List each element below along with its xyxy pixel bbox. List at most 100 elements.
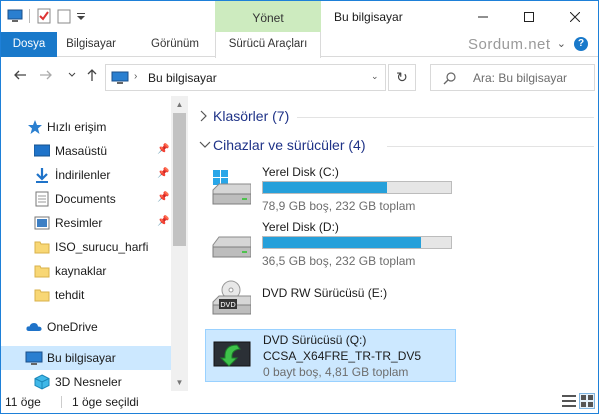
pin-icon[interactable]: 📌 [157, 216, 169, 227]
this-pc-icon [25, 350, 43, 366]
back-arrow-icon [14, 70, 26, 80]
dvd-drive-icon: DVD [211, 280, 252, 316]
tab-view[interactable]: Görünüm [137, 32, 213, 57]
drive-item-d[interactable]: Yerel Disk (D:) 36,5 GB boş, 232 GB topl… [205, 215, 456, 273]
sidebar-scrollbar[interactable]: ▲ ▼ [171, 96, 188, 391]
pin-icon[interactable]: 📌 [157, 192, 169, 203]
drive-item-q[interactable]: DVD Sürücüsü (Q:) CCSA_X64FRE_TR-TR_DV5 … [205, 329, 456, 382]
sidebar-item-kaynaklar[interactable]: kaynaklar [1, 259, 171, 283]
back-button[interactable] [11, 68, 29, 86]
up-arrow-icon [87, 69, 97, 81]
forward-button[interactable] [37, 68, 55, 86]
sidebar-item-label: Bu bilgisayar [47, 351, 116, 365]
drive-name: DVD RW Sürücüsü (E:) [262, 286, 388, 300]
properties-icon[interactable] [36, 8, 52, 24]
window-title: Bu bilgisayar [334, 10, 403, 24]
sidebar-item-label: 3D Nesneler [55, 375, 122, 389]
customize-toolbar-icon[interactable] [76, 8, 86, 24]
pictures-icon [34, 215, 50, 231]
new-folder-icon[interactable] [56, 8, 72, 24]
sidebar-item-downloads[interactable]: İndirilenler 📌 [1, 163, 171, 187]
breadcrumb[interactable]: Bu bilgisayar [148, 71, 217, 85]
minimize-button[interactable] [460, 1, 506, 32]
help-icon[interactable]: ? [574, 37, 588, 51]
tab-drive-tools[interactable]: Sürücü Araçları [215, 32, 321, 58]
drive-free-space: 36,5 GB boş, 232 GB toplam [262, 254, 416, 268]
large-icons-view-icon[interactable] [579, 393, 595, 409]
chevron-down-icon [68, 72, 76, 77]
recent-locations-button[interactable] [63, 68, 81, 86]
iso-mount-icon [212, 336, 252, 372]
windows-drive-icon [211, 170, 252, 206]
chevron-right-icon[interactable] [199, 110, 207, 125]
ribbon-controls: ⌄ ? [557, 37, 588, 51]
document-icon [34, 191, 50, 207]
group-header-folders[interactable]: Klasörler (7) [199, 107, 594, 127]
address-dropdown-icon[interactable]: ⌄ [371, 71, 379, 82]
sidebar-item-label: Masaüstü [55, 144, 108, 158]
sidebar-item-3d-objects[interactable]: 3D Nesneler [1, 370, 171, 391]
drive-item-e[interactable]: DVD DVD RW Sürücüsü (E:) [205, 270, 456, 328]
sidebar-item-pictures[interactable]: Resimler 📌 [1, 211, 171, 235]
close-button[interactable] [552, 1, 598, 32]
star-icon [27, 119, 43, 135]
explorer-window: Yönet Bu bilgisayar Dosya Bilgisayar Gör… [0, 0, 599, 414]
navigation-bar: › Bu bilgisayar ⌄ ↻ Ara: Bu bilgisayar [1, 58, 598, 96]
drive-volume-label: CCSA_X64FRE_TR-TR_DV5 [263, 349, 422, 363]
computer-icon[interactable] [7, 8, 23, 24]
manage-context-tab[interactable]: Yönet [215, 1, 321, 32]
maximize-button[interactable] [506, 1, 552, 32]
sidebar-item-this-pc[interactable]: Bu bilgisayar [1, 346, 171, 370]
download-icon [34, 167, 50, 183]
details-view-icon[interactable] [561, 393, 577, 409]
group-title: Cihazlar ve sürücüler (4) [213, 137, 366, 153]
status-bar: 11 öge 1 öge seçildi [1, 391, 598, 413]
close-icon [570, 11, 580, 22]
hard-drive-icon [211, 225, 252, 261]
breadcrumb-separator-icon[interactable]: › [134, 71, 137, 82]
maximize-icon [524, 11, 534, 22]
tab-computer[interactable]: Bilgisayar [57, 32, 125, 57]
cube-icon [34, 374, 50, 390]
watermark: Sordum.net [468, 36, 551, 53]
expand-ribbon-icon[interactable]: ⌄ [557, 37, 566, 51]
drive-name: Yerel Disk (C:) [262, 165, 339, 179]
search-box[interactable]: Ara: Bu bilgisayar [430, 64, 595, 91]
tab-file[interactable]: Dosya [1, 32, 57, 57]
scrollbar-thumb[interactable] [173, 113, 186, 246]
sidebar-item-quick-access[interactable]: Hızlı erişim [1, 115, 171, 139]
drive-usage-fill [263, 182, 388, 193]
desktop-icon [33, 143, 51, 159]
up-button[interactable] [83, 68, 101, 86]
selected-count: 1 öge seçildi [72, 395, 139, 409]
forward-arrow-icon [40, 70, 52, 80]
folder-icon [34, 287, 50, 303]
scroll-down-icon[interactable]: ▼ [171, 374, 188, 391]
sidebar-item-desktop[interactable]: Masaüstü 📌 [1, 139, 171, 163]
pin-icon[interactable]: 📌 [157, 144, 169, 155]
sidebar-item-label: Hızlı erişim [47, 120, 107, 134]
sidebar-item-iso-folder[interactable]: ISO_surucu_harfi [1, 235, 171, 259]
group-divider [387, 146, 594, 147]
refresh-button[interactable]: ↻ [388, 64, 416, 91]
item-count: 11 öge [5, 395, 41, 409]
address-bar[interactable]: › Bu bilgisayar ⌄ [105, 64, 386, 91]
group-divider [297, 117, 594, 118]
drive-free-space: 78,9 GB boş, 232 GB toplam [262, 199, 416, 213]
chevron-down-icon[interactable] [199, 139, 211, 151]
drive-item-c[interactable]: Yerel Disk (C:) 78,9 GB boş, 232 GB topl… [205, 160, 456, 218]
sidebar-item-documents[interactable]: Documents 📌 [1, 187, 171, 211]
scroll-up-icon[interactable]: ▲ [171, 96, 188, 113]
group-header-devices[interactable]: Cihazlar ve sürücüler (4) [199, 136, 594, 156]
ribbon-tabs: Dosya Bilgisayar Görünüm Sürücü Araçları… [1, 32, 598, 58]
folder-icon [34, 239, 50, 255]
sidebar-item-onedrive[interactable]: OneDrive [1, 315, 171, 339]
content-pane: Klasörler (7) Cihazlar ve sürücüler (4) [189, 96, 598, 391]
pin-icon[interactable]: 📌 [157, 168, 169, 179]
manage-context-label: Yönet [252, 11, 284, 25]
sidebar-item-label: Documents [55, 192, 116, 206]
search-input[interactable]: Ara: Bu bilgisayar [473, 71, 567, 85]
quick-access-toolbar [7, 8, 86, 24]
sidebar-item-tehdit[interactable]: tehdit [1, 283, 171, 307]
title-bar: Yönet Bu bilgisayar [1, 1, 598, 32]
